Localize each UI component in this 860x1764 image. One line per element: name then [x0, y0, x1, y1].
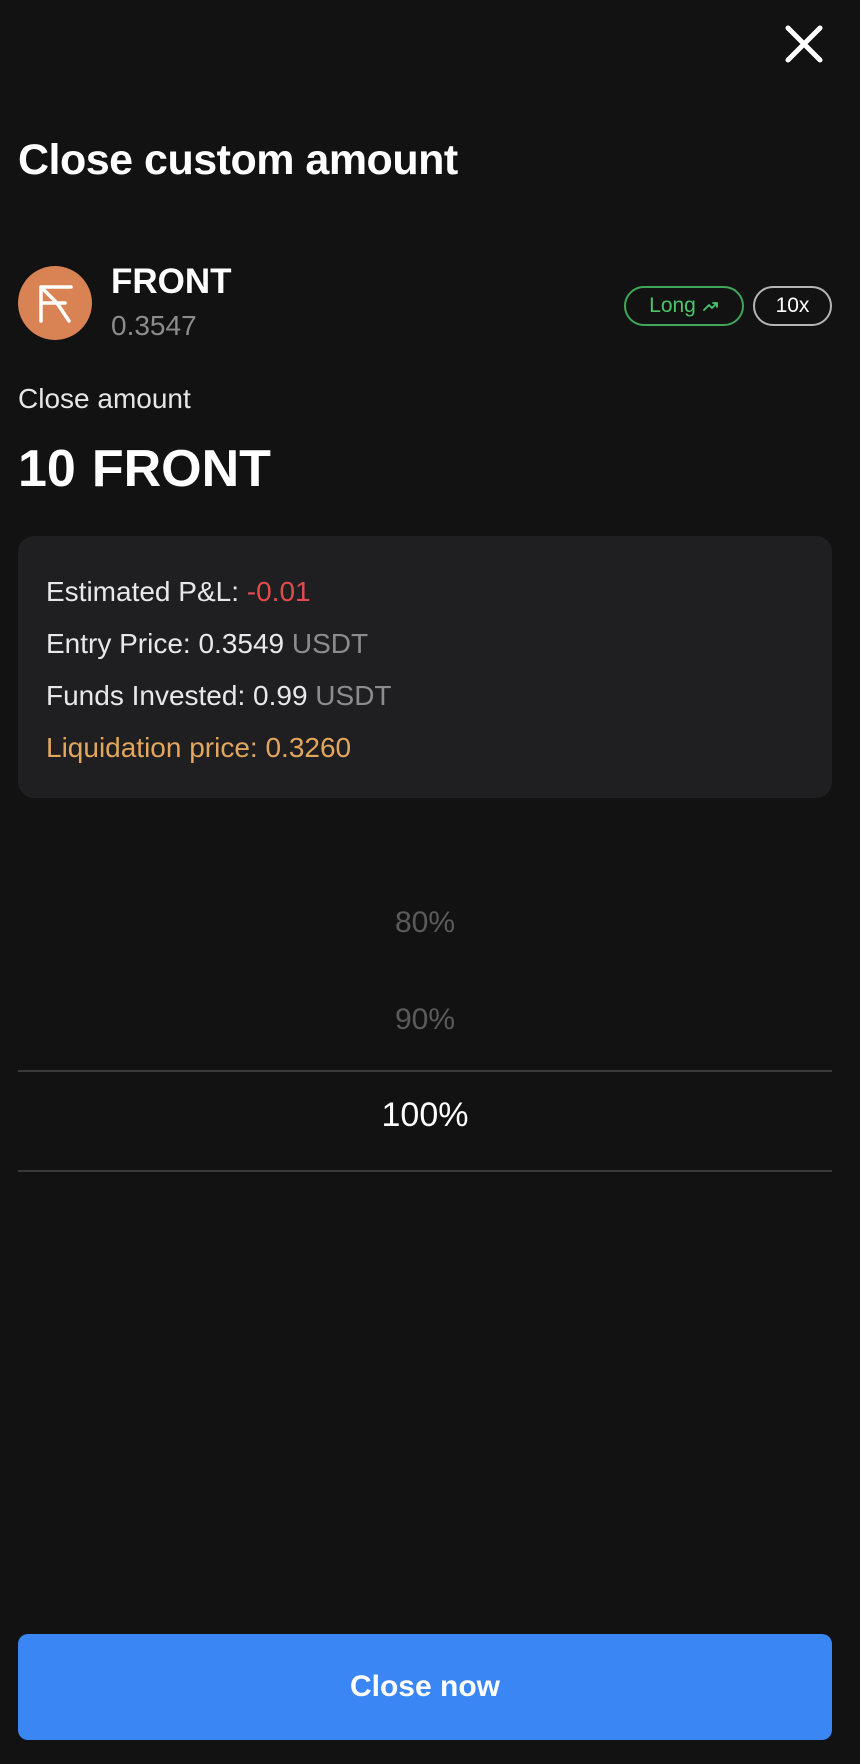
- funds-invested-row: Funds Invested: 0.99 USDT: [46, 670, 804, 722]
- picker-selection-top-divider: [18, 1070, 832, 1072]
- liquidation-price-value: 0.3260: [265, 732, 352, 763]
- liquidation-price-label: Liquidation price:: [46, 732, 258, 763]
- close-amount-number: 10: [18, 440, 76, 498]
- percent-picker[interactable]: 80% 90% 100%: [18, 880, 832, 1180]
- close-amount-label: Close amount: [18, 383, 191, 414]
- close-icon[interactable]: [778, 18, 830, 70]
- funds-invested-unit: USDT: [315, 680, 392, 711]
- close-custom-amount-screen: Close custom amount FRONT 0.3547 Long 10…: [0, 0, 860, 1764]
- position-badges: Long 10x: [624, 286, 832, 326]
- liquidation-price-row: Liquidation price: 0.3260: [46, 722, 804, 774]
- funds-invested-value: 0.99: [253, 680, 308, 711]
- trend-up-icon: [702, 300, 719, 312]
- long-badge-label: Long: [649, 294, 696, 317]
- entry-price-value: 0.3549: [198, 628, 285, 659]
- asset-price: 0.3547: [111, 310, 197, 341]
- position-details-card: Estimated P&L: -0.01 Entry Price: 0.3549…: [18, 536, 832, 798]
- percent-option[interactable]: 80%: [18, 906, 832, 940]
- funds-invested-label: Funds Invested:: [46, 680, 246, 711]
- leverage-badge: 10x: [753, 286, 832, 326]
- estimated-pnl-label: Estimated P&L:: [46, 576, 239, 607]
- long-badge: Long: [624, 286, 744, 326]
- close-now-button[interactable]: Close now: [18, 1634, 832, 1740]
- entry-price-row: Entry Price: 0.3549 USDT: [46, 618, 804, 670]
- asset-row: FRONT 0.3547 Long 10x: [18, 262, 832, 346]
- page-title: Close custom amount: [18, 136, 458, 184]
- picker-selection-bottom-divider: [18, 1170, 832, 1172]
- percent-option-selected[interactable]: 100%: [18, 1096, 832, 1135]
- close-amount-unit: FRONT: [91, 440, 271, 498]
- front-token-logo-icon: [18, 266, 92, 340]
- percent-option[interactable]: 90%: [18, 1003, 832, 1037]
- estimated-pnl-row: Estimated P&L: -0.01: [46, 566, 804, 618]
- entry-price-label: Entry Price:: [46, 628, 191, 659]
- entry-price-unit: USDT: [291, 628, 369, 659]
- asset-symbol: FRONT: [111, 262, 232, 301]
- close-amount-value: 10 FRONT: [18, 439, 271, 499]
- estimated-pnl-value: -0.01: [246, 576, 311, 607]
